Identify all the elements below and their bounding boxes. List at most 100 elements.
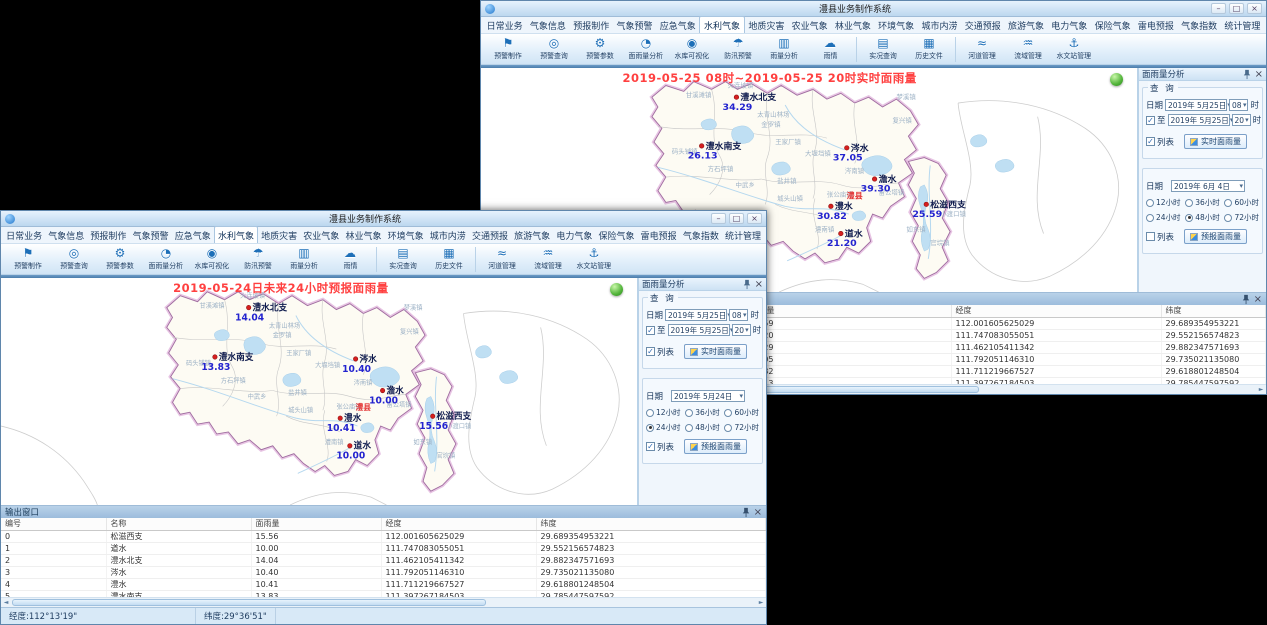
toolbar-item-预警参数[interactable]: ⚙预警参数 bbox=[97, 247, 143, 271]
start-date-select[interactable]: 2019年 5月25日▾ bbox=[665, 309, 727, 321]
maximize-button[interactable]: □ bbox=[1229, 3, 1244, 14]
radio-60小时[interactable]: 60小时 bbox=[1224, 197, 1259, 208]
pin-icon[interactable] bbox=[743, 279, 751, 290]
table-row[interactable]: 0松滋西支15.56112.00160562502929.68935495322… bbox=[1, 530, 766, 542]
column-header-纬度[interactable]: 纬度 bbox=[536, 518, 766, 530]
tab-城市内涝[interactable]: 城市内涝 bbox=[427, 227, 469, 243]
end-hour-select[interactable]: 20▾ bbox=[732, 324, 751, 336]
start-hour-select[interactable]: 08▾ bbox=[1229, 99, 1248, 111]
list2-checkbox[interactable]: ✓ bbox=[646, 442, 655, 451]
tab-气象预警[interactable]: 气象预警 bbox=[130, 227, 172, 243]
toolbar-item-流域管理[interactable]: ♒流域管理 bbox=[1005, 37, 1051, 61]
tab-气象指数[interactable]: 气象指数 bbox=[1178, 17, 1221, 33]
scroll-right-arrow[interactable]: ► bbox=[1256, 385, 1266, 395]
tab-预报制作[interactable]: 预报制作 bbox=[570, 17, 613, 33]
tab-水利气象[interactable]: 水利气象 bbox=[699, 16, 744, 33]
tab-保险气象[interactable]: 保险气象 bbox=[595, 227, 637, 243]
column-header-名称[interactable]: 名称 bbox=[106, 518, 251, 530]
end-date-select[interactable]: 2019年 5月25日▾ bbox=[668, 324, 730, 336]
minimize-button[interactable]: – bbox=[1211, 3, 1226, 14]
tab-气象预警[interactable]: 气象预警 bbox=[613, 17, 656, 33]
toolbar-item-面雨量分析[interactable]: ◔面雨量分析 bbox=[623, 37, 669, 61]
radio-24小时[interactable]: 24小时 bbox=[646, 422, 685, 433]
column-header-经度[interactable]: 经度 bbox=[951, 305, 1161, 317]
pin-icon[interactable] bbox=[1243, 69, 1251, 80]
map-refresh-button[interactable] bbox=[1110, 73, 1123, 86]
tab-应急气象[interactable]: 应急气象 bbox=[656, 17, 699, 33]
toolbar-item-预警查询[interactable]: ◎预警查询 bbox=[531, 37, 577, 61]
scroll-left-arrow[interactable]: ◄ bbox=[1, 598, 11, 608]
toolbar-item-流域管理[interactable]: ♒流域管理 bbox=[525, 247, 571, 271]
radio-48小时[interactable]: 48小时 bbox=[1185, 212, 1224, 223]
start-date-select[interactable]: 2019年 5月25日▾ bbox=[1165, 99, 1227, 111]
map-area[interactable]: 2019-05-24日未来24小时预报面雨量 甘溪滩镇火连坡镇太青山林场金罗镇码… bbox=[1, 278, 639, 505]
tab-预报制作[interactable]: 预报制作 bbox=[87, 227, 129, 243]
toolbar-item-水文站管理[interactable]: ⚓水文站管理 bbox=[571, 247, 617, 271]
pin-icon[interactable] bbox=[1242, 294, 1250, 305]
forecast-date-select[interactable]: 2019年 5月24日▾ bbox=[671, 390, 745, 402]
column-header-经度[interactable]: 经度 bbox=[381, 518, 536, 530]
map-refresh-button[interactable] bbox=[610, 283, 623, 296]
tab-气象信息[interactable]: 气象信息 bbox=[526, 17, 569, 33]
forecast-rainfall-button[interactable]: 预报面雨量 bbox=[1184, 229, 1247, 244]
maximize-button[interactable]: □ bbox=[729, 213, 744, 224]
column-header-面雨量[interactable]: 面雨量 bbox=[251, 518, 381, 530]
tab-雷电预报[interactable]: 雷电预报 bbox=[1134, 17, 1177, 33]
radio-12小时[interactable]: 12小时 bbox=[1146, 197, 1185, 208]
tab-林业气象[interactable]: 林业气象 bbox=[831, 17, 874, 33]
tab-环境气象[interactable]: 环境气象 bbox=[875, 17, 918, 33]
column-header-纬度[interactable]: 纬度 bbox=[1161, 305, 1266, 317]
tab-农业气象[interactable]: 农业气象 bbox=[788, 17, 831, 33]
table-row[interactable]: 3涔水10.40111.79205114631029.735021135080 bbox=[1, 566, 766, 578]
table-row[interactable]: 1道水10.00111.74708305505129.552156574823 bbox=[1, 542, 766, 554]
toolbar-item-防汛预警[interactable]: ☂防汛预警 bbox=[715, 37, 761, 61]
tab-日常业务[interactable]: 日常业务 bbox=[483, 17, 526, 33]
table-row[interactable]: 2澧水北支14.04111.46210541134229.88234757169… bbox=[1, 554, 766, 566]
column-header-面雨量[interactable]: 面雨量 bbox=[746, 305, 951, 317]
toolbar-item-水库可视化[interactable]: ◉水库可视化 bbox=[189, 247, 235, 271]
tab-环境气象[interactable]: 环境气象 bbox=[385, 227, 427, 243]
window-forecast-rainfall[interactable]: 澧县业务制作系统 – □ × 日常业务气象信息预报制作气象预警应急气象水利气象地… bbox=[0, 210, 767, 625]
tab-旅游气象[interactable]: 旅游气象 bbox=[1004, 17, 1047, 33]
scroll-right-arrow[interactable]: ► bbox=[756, 598, 766, 608]
tab-日常业务[interactable]: 日常业务 bbox=[3, 227, 45, 243]
realtime-rainfall-button[interactable]: 实时面雨量 bbox=[1184, 134, 1247, 149]
horizontal-scrollbar[interactable]: ◄ ► bbox=[1, 597, 766, 607]
tab-统计管理[interactable]: 统计管理 bbox=[722, 227, 764, 243]
radio-60小时[interactable]: 60小时 bbox=[724, 407, 759, 418]
toolbar-item-历史文件[interactable]: ▦历史文件 bbox=[906, 37, 952, 61]
tab-电力气象[interactable]: 电力气象 bbox=[553, 227, 595, 243]
toolbar-item-实况查询[interactable]: ▤实况查询 bbox=[380, 247, 426, 271]
end-date-select[interactable]: 2019年 5月25日▾ bbox=[1168, 114, 1230, 126]
toolbar-item-水库可视化[interactable]: ◉水库可视化 bbox=[669, 37, 715, 61]
table-row[interactable]: 5澧水南支13.83111.39726718450329.78544759759… bbox=[1, 590, 766, 597]
tab-农业气象[interactable]: 农业气象 bbox=[300, 227, 342, 243]
toolbar-item-雨情[interactable]: ☁雨情 bbox=[327, 247, 373, 271]
tab-电力气象[interactable]: 电力气象 bbox=[1048, 17, 1091, 33]
toolbar-item-河道管理[interactable]: ≈河道管理 bbox=[479, 247, 525, 271]
toolbar-item-雨量分析[interactable]: ▥雨量分析 bbox=[761, 37, 807, 61]
forecast-date-select[interactable]: 2019年 6月 4日▾ bbox=[1171, 180, 1245, 192]
toolbar-item-预警参数[interactable]: ⚙预警参数 bbox=[577, 37, 623, 61]
end-hour-select[interactable]: 20▾ bbox=[1232, 114, 1251, 126]
tab-旅游气象[interactable]: 旅游气象 bbox=[511, 227, 553, 243]
minimize-button[interactable]: – bbox=[711, 213, 726, 224]
radio-72小时[interactable]: 72小时 bbox=[724, 422, 759, 433]
radio-12小时[interactable]: 12小时 bbox=[646, 407, 685, 418]
radio-48小时[interactable]: 48小时 bbox=[685, 422, 724, 433]
toolbar-item-雨情[interactable]: ☁雨情 bbox=[807, 37, 853, 61]
window-titlebar[interactable]: 澧县业务制作系统 – □ × bbox=[481, 1, 1266, 17]
toolbar-item-雨量分析[interactable]: ▥雨量分析 bbox=[281, 247, 327, 271]
toolbar-item-河道管理[interactable]: ≈河道管理 bbox=[959, 37, 1005, 61]
toolbar-item-预警制作[interactable]: ⚑预警制作 bbox=[485, 37, 531, 61]
tab-林业气象[interactable]: 林业气象 bbox=[342, 227, 384, 243]
tab-应急气象[interactable]: 应急气象 bbox=[172, 227, 214, 243]
list-checkbox[interactable]: ✓ bbox=[1146, 137, 1155, 146]
table-row[interactable]: 4澧水10.41111.71121966752729.618801248504 bbox=[1, 578, 766, 590]
toolbar-item-面雨量分析[interactable]: ◔面雨量分析 bbox=[143, 247, 189, 271]
start-hour-select[interactable]: 08▾ bbox=[729, 309, 748, 321]
tab-地质灾害[interactable]: 地质灾害 bbox=[745, 17, 788, 33]
to-checkbox[interactable]: ✓ bbox=[646, 326, 655, 335]
toolbar-item-预警制作[interactable]: ⚑预警制作 bbox=[5, 247, 51, 271]
realtime-rainfall-button[interactable]: 实时面雨量 bbox=[684, 344, 747, 359]
